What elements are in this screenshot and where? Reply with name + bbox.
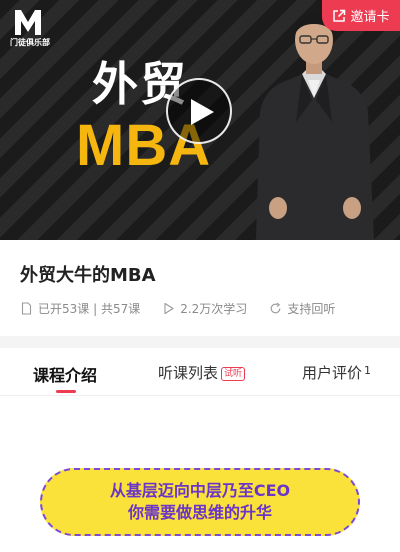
replay-support-text: 支持回听 <box>287 302 336 316</box>
replay-support: 支持回听 <box>269 300 335 317</box>
lesson-count: 已开53课 | 共57课 <box>20 300 140 317</box>
tab-course-intro[interactable]: 课程介绍 <box>33 362 97 386</box>
review-count: 1 <box>364 364 372 377</box>
tab-lesson-list-label: 听课列表 <box>158 364 219 382</box>
promo-line-1: 从基层迈向中层乃至CEO <box>109 481 291 500</box>
tab-lesson-list[interactable]: 听课列表 试听 <box>158 362 246 383</box>
share-external-icon <box>333 9 346 22</box>
play-icon <box>191 99 214 125</box>
learner-count: 2.2万次学习 <box>162 300 247 317</box>
active-tab-indicator <box>56 390 76 393</box>
logo-text: 门徒俱乐部 <box>10 38 50 47</box>
m-logo-icon <box>15 10 41 35</box>
club-logo: 门徒俱乐部 <box>8 8 52 52</box>
play-video-button[interactable] <box>166 78 232 144</box>
course-title: 外贸大牛的MBA <box>20 265 156 286</box>
learner-count-text: 2.2万次学习 <box>180 302 248 316</box>
tab-user-reviews[interactable]: 用户评价 1 <box>302 362 371 383</box>
course-meta: 已开53课 | 共57课 2.2万次学习 支持回听 <box>20 300 357 317</box>
invite-card-label: 邀请卡 <box>350 10 390 25</box>
trial-badge: 试听 <box>221 367 246 381</box>
section-divider <box>0 336 400 348</box>
lesson-count-text: 已开53课 | 共57课 <box>38 302 141 316</box>
presenter-photo <box>256 14 374 240</box>
tab-user-reviews-label: 用户评价 <box>302 364 363 382</box>
promo-banner: 从基层迈向中层乃至CEO 你需要做思维的升华 <box>40 468 360 536</box>
course-cover-banner[interactable]: 门徒俱乐部 外贸 MBA 邀请卡 <box>0 0 400 240</box>
document-icon <box>21 302 32 315</box>
promo-line-2: 你需要做思维的升华 <box>127 503 272 522</box>
course-tabs: 课程介绍 听课列表 试听 用户评价 1 <box>0 348 400 396</box>
invite-card-button[interactable]: 邀请卡 <box>322 0 400 31</box>
play-outline-icon <box>164 302 174 315</box>
replay-icon <box>270 302 281 314</box>
